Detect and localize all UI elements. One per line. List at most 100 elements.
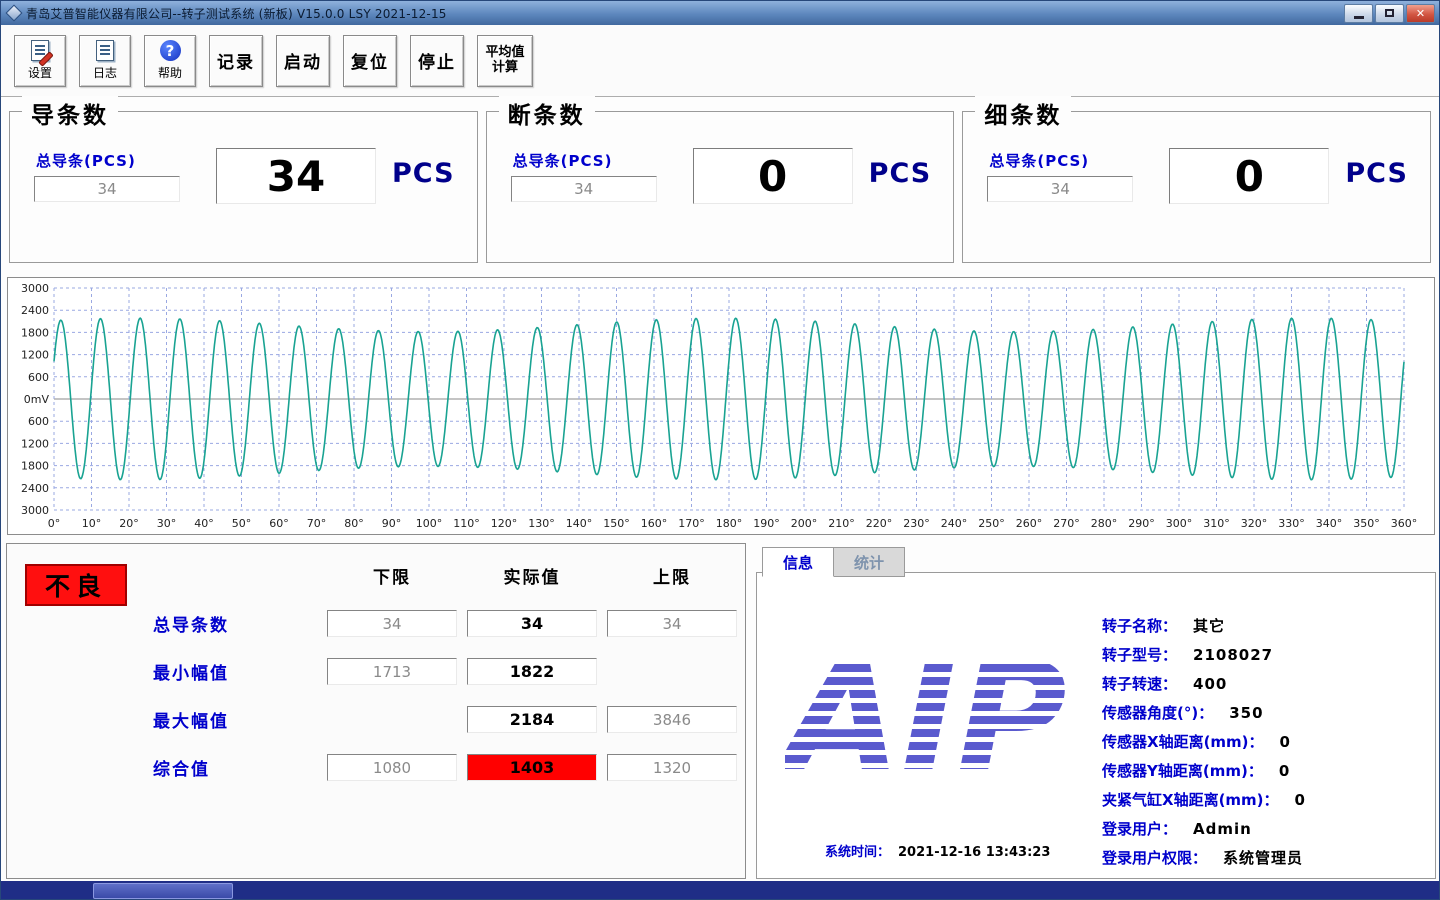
groupbox-conductor-bars: 导条数 总导条(PCS) 34 34 PCS [9,111,478,263]
column-header-actual: 实际值 [467,563,597,588]
waveform-chart: 30002400180012006000mV600120018002400300… [7,277,1435,535]
svg-text:350°: 350° [1353,517,1380,530]
row-label-total-bars: 总导条数 [151,611,317,636]
counters-row: 导条数 总导条(PCS) 34 34 PCS 断条数 总导条(PCS) 34 0… [9,111,1431,263]
info-row-rotor-model: 转子型号： 2108027 [1102,644,1306,665]
groupbox-thin-bars: 细条数 总导条(PCS) 34 0 PCS [962,111,1431,263]
svg-text:340°: 340° [1316,517,1343,530]
svg-text:10°: 10° [82,517,102,530]
info-tabs: 信息 统计 [762,547,905,577]
svg-text:600: 600 [28,415,49,428]
toolbar: 设置 日志 ? 帮助 记录 启动 复位 停止 平均值计算 [1,25,1439,97]
groupbox-broken-bars: 断条数 总导条(PCS) 34 0 PCS [486,111,955,263]
svg-text:300°: 300° [1166,517,1193,530]
svg-text:190°: 190° [753,517,780,530]
svg-text:130°: 130° [528,517,555,530]
total-bars-input[interactable]: 34 [987,176,1133,202]
log-icon [96,40,114,61]
total-bars-label: 总导条(PCS) [36,150,136,171]
svg-text:90°: 90° [382,517,402,530]
svg-text:30°: 30° [157,517,177,530]
info-row-sensor-angle: 传感器角度(°)： 350 [1102,702,1306,723]
svg-text:360°: 360° [1391,517,1418,530]
minimize-icon [1354,16,1364,19]
conductor-count-display: 34 [216,148,376,204]
min-amplitude-actual-field: 1822 [467,658,597,685]
composite-upper-field[interactable]: 1320 [607,754,737,781]
info-panel: 信息 统计 AIP 转子名称： 其它 转子型号： 2108027 [756,543,1436,879]
svg-text:600: 600 [28,371,49,384]
unit-label: PCS [392,158,455,189]
svg-text:230°: 230° [903,517,930,530]
min-amplitude-lower-field[interactable]: 1713 [327,658,457,685]
composite-actual-field-alarm: 1403 [467,754,597,781]
taskbar-item[interactable] [93,883,233,899]
results-table: 下限 实际值 上限 总导条数 34 34 34 最小幅值 1713 1822 最… [151,562,737,781]
total-bars-upper-field[interactable]: 34 [607,610,737,637]
svg-text:3000: 3000 [21,504,49,517]
composite-lower-field[interactable]: 1080 [327,754,457,781]
empty-cell [607,658,737,685]
info-fields: 转子名称： 其它 转子型号： 2108027 转子转速： 400 传感器角度(°… [1102,615,1306,868]
svg-text:280°: 280° [1091,517,1118,530]
total-bars-input[interactable]: 34 [511,176,657,202]
help-button[interactable]: ? 帮助 [144,35,196,87]
record-button[interactable]: 记录 [209,35,263,87]
svg-text:320°: 320° [1241,517,1268,530]
svg-text:110°: 110° [453,517,480,530]
table-corner [151,562,317,589]
total-bars-lower-field[interactable]: 34 [327,610,457,637]
svg-text:160°: 160° [641,517,668,530]
tab-info[interactable]: 信息 [762,547,834,577]
total-bars-label: 总导条(PCS) [513,150,613,171]
svg-text:170°: 170° [678,517,705,530]
max-amplitude-upper-field[interactable]: 3846 [607,706,737,733]
maximize-button[interactable] [1375,4,1404,23]
column-header-lower-limit: 下限 [327,563,457,588]
unit-label: PCS [869,158,932,189]
info-row-rotor-name: 转子名称： 其它 [1102,615,1306,636]
svg-text:3000: 3000 [21,282,49,295]
aip-logo: AIP [785,651,1105,789]
minimize-button[interactable] [1344,4,1373,23]
svg-text:330°: 330° [1278,517,1305,530]
total-bars-input[interactable]: 34 [34,176,180,202]
app-window: 青岛艾普智能仪器有限公司--转子测试系统 (新板) V15.0.0 LSY 20… [0,0,1440,900]
info-row-sensor-x-distance: 传感器X轴距离(mm)： 0 [1102,731,1306,752]
tab-statistics[interactable]: 统计 [834,547,905,577]
titlebar[interactable]: 青岛艾普智能仪器有限公司--转子测试系统 (新板) V15.0.0 LSY 20… [1,1,1439,25]
svg-text:260°: 260° [1016,517,1043,530]
svg-text:1800: 1800 [21,326,49,339]
row-label-composite-value: 综合值 [151,755,317,780]
svg-text:50°: 50° [232,517,252,530]
info-row-login-user: 登录用户： Admin [1102,818,1306,839]
svg-text:2400: 2400 [21,482,49,495]
empty-cell [327,706,457,733]
aip-logo-text: AIP [785,651,1067,789]
status-badge: 不良 [25,564,127,606]
taskbar [1,881,1440,900]
svg-text:20°: 20° [119,517,139,530]
svg-text:0mV: 0mV [24,393,50,406]
svg-text:250°: 250° [978,517,1005,530]
svg-text:180°: 180° [716,517,743,530]
svg-text:120°: 120° [491,517,518,530]
svg-text:1800: 1800 [21,460,49,473]
svg-text:80°: 80° [344,517,364,530]
start-button[interactable]: 启动 [276,35,330,87]
close-button[interactable]: ✕ [1406,4,1435,23]
info-content: AIP 转子名称： 其它 转子型号： 2108027 转子转速： 400 传感器… [756,572,1436,879]
log-button[interactable]: 日志 [79,35,131,87]
settings-icon [31,40,49,61]
total-bars-actual-field: 34 [467,610,597,637]
app-icon [6,5,23,22]
svg-text:290°: 290° [1128,517,1155,530]
results-panel: 不良 下限 实际值 上限 总导条数 34 34 34 最小幅值 1713 182… [6,543,746,879]
group-title: 断条数 [499,96,595,130]
reset-button[interactable]: 复位 [343,35,397,87]
stop-button[interactable]: 停止 [410,35,464,87]
waveform-svg-host: 30002400180012006000mV600120018002400300… [8,278,1434,535]
info-row-user-role: 登录用户权限： 系统管理员 [1102,847,1306,868]
settings-button[interactable]: 设置 [14,35,66,87]
average-calc-button[interactable]: 平均值计算 [477,35,533,87]
